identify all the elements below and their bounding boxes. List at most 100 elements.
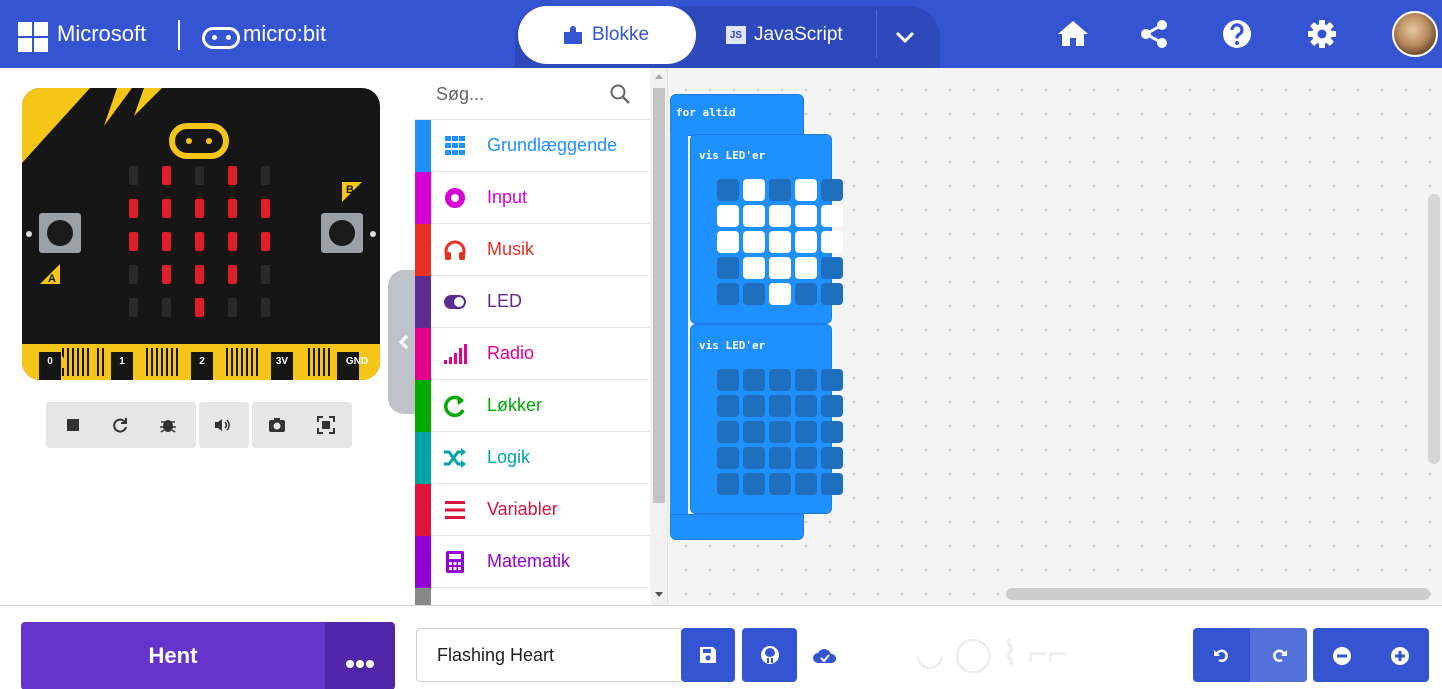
show-leds-block-2[interactable]: vis LED'er [690,324,843,514]
led-toggle[interactable] [769,473,791,495]
screenshot-icon[interactable] [267,415,287,435]
debug-icon[interactable] [158,415,178,435]
blocks-workspace[interactable]: for altid vis LED'er vis LED'er [668,68,1442,605]
led-toggle[interactable] [743,395,765,417]
led-toggle[interactable] [795,179,817,201]
download-options-button[interactable] [325,622,395,689]
led-toggle[interactable] [769,179,791,201]
tab-blocks[interactable]: Blokke [518,6,696,64]
led-toggle[interactable] [769,421,791,443]
category-input[interactable]: Input [415,172,650,224]
undo-icon[interactable] [1213,646,1231,664]
led-toggle[interactable] [769,205,791,227]
led-toggle[interactable] [743,473,765,495]
show-leds-block-1[interactable]: vis LED'er [690,134,843,324]
led-toggle[interactable] [717,179,739,201]
led-toggle[interactable] [769,447,791,469]
led-toggle[interactable] [717,369,739,391]
led-toggle[interactable] [743,179,765,201]
stop-icon[interactable] [63,415,83,435]
led-toggle[interactable] [795,395,817,417]
led-toggle[interactable] [795,257,817,279]
led-toggle[interactable] [795,447,817,469]
led-toggle[interactable] [769,395,791,417]
workspace-hscrollbar[interactable] [1006,588,1430,600]
led-toggle[interactable] [743,257,765,279]
led-toggle[interactable] [743,231,765,253]
category-variables[interactable]: Variabler [415,484,650,536]
category-logic[interactable]: Logik [415,432,650,484]
category-loops[interactable]: Løkker [415,380,650,432]
github-button[interactable] [742,628,797,682]
help-icon[interactable] [1219,16,1255,52]
share-icon[interactable] [1137,16,1173,52]
zoom-out-icon[interactable] [1332,646,1352,666]
led-toggle[interactable] [717,231,739,253]
led-toggle[interactable] [743,421,765,443]
home-icon[interactable] [1055,16,1091,52]
search-icon[interactable] [609,83,631,105]
led-toggle[interactable] [717,395,739,417]
led-toggle[interactable] [821,447,843,469]
zoom-in-icon[interactable] [1390,646,1410,666]
led-toggle[interactable] [717,283,739,305]
led-toggle[interactable] [769,257,791,279]
led-toggle[interactable] [743,447,765,469]
category-more-partial[interactable] [415,588,650,605]
category-led[interactable]: LED [415,276,650,328]
led-toggle[interactable] [717,447,739,469]
led-toggle[interactable] [795,205,817,227]
led-toggle[interactable] [743,205,765,227]
led-toggle[interactable] [795,473,817,495]
led-toggle[interactable] [821,179,843,201]
led-toggle[interactable] [821,369,843,391]
project-name-input[interactable]: Flashing Heart [416,628,681,682]
led-toggle[interactable] [821,283,843,305]
category-radio[interactable]: Radio [415,328,650,380]
led-toggle[interactable] [821,205,843,227]
forever-block[interactable]: for altid vis LED'er vis LED'er [670,94,843,540]
led-toggle[interactable] [717,421,739,443]
led-toggle[interactable] [821,257,843,279]
led-toggle[interactable] [769,231,791,253]
sound-icon[interactable] [212,415,232,435]
scroll-up-icon[interactable] [654,72,664,82]
led-toggle[interactable] [795,231,817,253]
led-toggle[interactable] [795,421,817,443]
scroll-down-icon[interactable] [654,589,664,599]
led-toggle[interactable] [795,283,817,305]
led-toggle[interactable] [743,283,765,305]
led-toggle[interactable] [743,369,765,391]
fullscreen-icon[interactable] [316,415,336,435]
save-button[interactable] [681,628,735,682]
toolbox-scrollbar-thumb[interactable] [653,88,665,503]
led-toggle[interactable] [821,421,843,443]
led-toggle[interactable] [795,369,817,391]
cloud-sync-icon[interactable] [812,646,838,666]
led-toggle[interactable] [717,257,739,279]
restart-icon[interactable] [110,415,130,435]
led-toggle[interactable] [717,473,739,495]
category-math[interactable]: Matematik [415,536,650,588]
download-button[interactable]: Hent [21,622,325,689]
led-toggle[interactable] [717,205,739,227]
collapse-simulator-button[interactable] [388,270,418,414]
user-avatar[interactable] [1392,11,1438,57]
led-toggle[interactable] [769,369,791,391]
toolbox-search[interactable]: Søg... [415,68,650,120]
redo-button[interactable] [1250,628,1307,682]
led-toggle[interactable] [821,395,843,417]
microbit-simulator[interactable]: A B 0 1 2 3V GND [22,88,380,380]
category-basic[interactable]: Grundlæggende [415,120,650,172]
settings-icon[interactable] [1304,16,1340,52]
sim-led [162,265,171,284]
toolbox-scrollbar[interactable] [650,68,667,605]
led-toggle[interactable] [821,231,843,253]
chevron-down-icon[interactable] [880,14,930,58]
led-toggle[interactable] [769,283,791,305]
tab-javascript[interactable]: JS JavaScript [700,6,875,64]
category-music[interactable]: Musik [415,224,650,276]
search-input[interactable]: Søg... [436,84,484,105]
workspace-vscrollbar[interactable] [1428,194,1440,464]
led-toggle[interactable] [821,473,843,495]
